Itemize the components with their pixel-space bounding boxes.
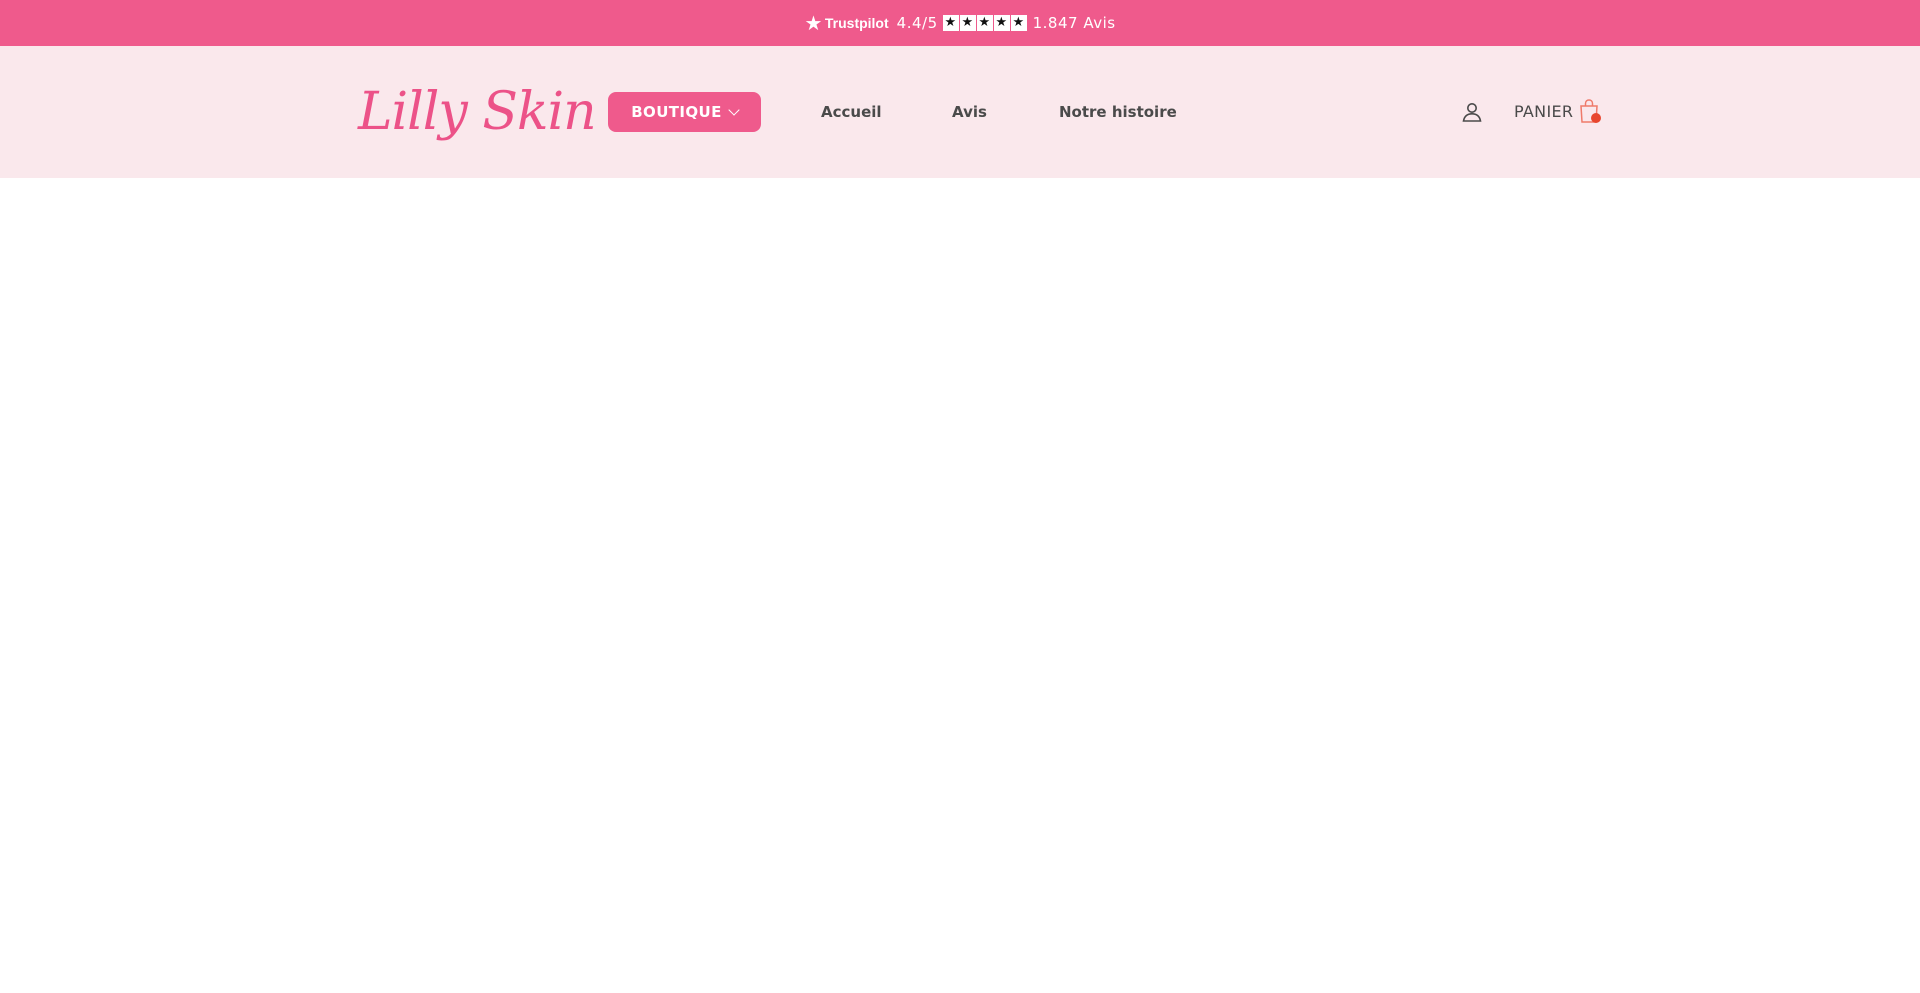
- boutique-label: BOUTIQUE: [631, 103, 722, 121]
- rating-score: 4.4/5: [896, 14, 938, 32]
- chevron-down-icon: [728, 104, 740, 116]
- nav-link-notre-histoire[interactable]: Notre histoire: [1059, 100, 1177, 124]
- trustpilot-wordmark: Trustpilot: [824, 15, 889, 31]
- boutique-menu-button[interactable]: BOUTIQUE: [608, 92, 761, 132]
- trustpilot-brand[interactable]: ★ Trustpilot: [804, 13, 888, 33]
- star-icon: ★: [959, 15, 976, 31]
- user-icon[interactable]: [1460, 100, 1484, 124]
- rating-stars: ★ ★ ★ ★ ★: [942, 15, 1027, 31]
- star-icon: ★: [993, 15, 1010, 31]
- site-logo[interactable]: Lilly Skin: [358, 72, 597, 152]
- review-count: 1.847 Avis: [1032, 14, 1116, 32]
- shopping-bag-icon: [1577, 97, 1602, 125]
- nav-link-accueil[interactable]: Accueil: [821, 100, 882, 124]
- announcement-bar: ★ Trustpilot 4.4/5 ★ ★ ★ ★ ★ 1.847 Avis: [0, 0, 1920, 46]
- cart-label: PANIER: [1514, 101, 1574, 121]
- star-icon: ★: [1010, 15, 1027, 31]
- trustpilot-star-icon: ★: [804, 11, 823, 35]
- star-icon: ★: [942, 15, 959, 31]
- cart-link[interactable]: PANIER: [1514, 96, 1602, 126]
- site-header: Lilly Skin BOUTIQUE Accueil Avis Notre h…: [0, 46, 1920, 178]
- star-icon: ★: [976, 15, 993, 31]
- nav-link-avis[interactable]: Avis: [952, 100, 987, 124]
